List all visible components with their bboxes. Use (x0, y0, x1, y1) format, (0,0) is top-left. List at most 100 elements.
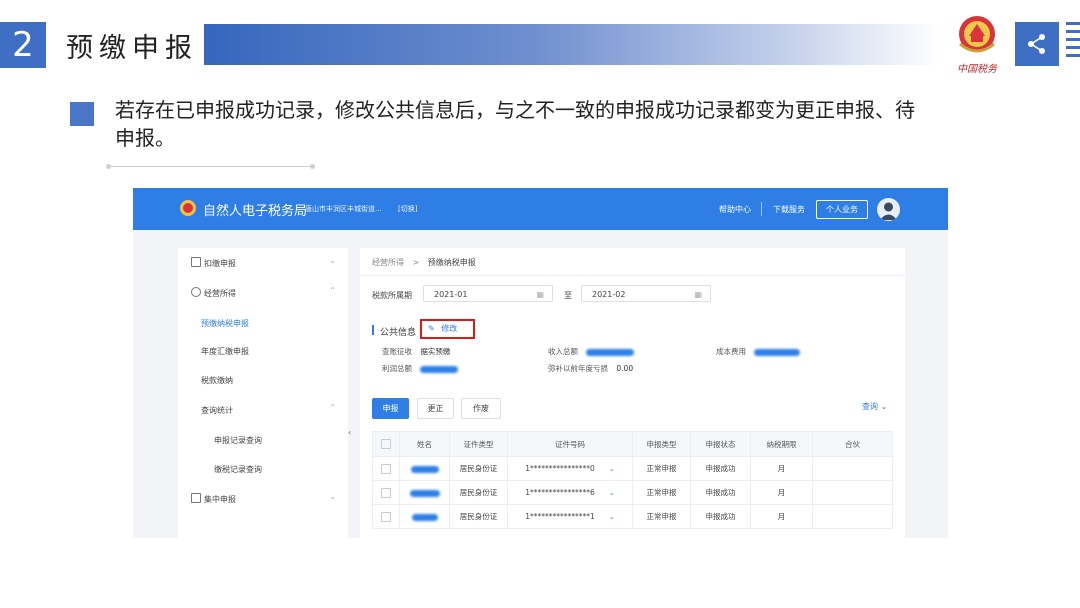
select-all-checkbox[interactable] (381, 439, 391, 449)
status-cell: 申报成功 (690, 504, 751, 529)
sidebar-item[interactable]: 集中申报 ⌄ (178, 489, 348, 509)
query-label: 查询 (862, 402, 878, 411)
partner-cell (812, 456, 893, 481)
table-row[interactable]: 居民身份证 1****************6 ⌄ 正常申报 申报成功月 (372, 480, 893, 505)
main-panel: 经营所得 > 预缴纳税申报 税款所属期 2021-01 ▦ 至 2021-02 … (360, 248, 905, 538)
switch-link[interactable]: [切换] (398, 204, 417, 214)
sidebar-item-label: 集中申报 (204, 495, 236, 504)
id-type-cell: 居民身份证 (449, 504, 508, 529)
app-window: 自然人电子税务局 唐山市丰润区丰城街道... [切换] 帮助中心 下载服务 个人… (133, 188, 948, 538)
calendar-icon: ▦ (536, 290, 544, 299)
partner-cell (812, 504, 893, 529)
declare-type-cell: 正常申报 (632, 456, 691, 481)
blurred-name (411, 513, 438, 521)
sidebar-item[interactable]: 税款缴纳 (178, 370, 348, 390)
select-all-cell[interactable] (372, 431, 400, 457)
name-cell (399, 456, 450, 481)
breadcrumb-parent[interactable]: 经营所得 (372, 258, 404, 267)
id-number-cell: 1****************6 ⌄ (507, 480, 633, 505)
prior-loss: 弥补以前年度亏损 0.00 (548, 363, 633, 374)
declaration-table: 姓名 证件类型 证件号码 申报类型 申报状态 纳税期限 合伙 居民身份证 1*********… (372, 431, 893, 529)
sidebar-item-label: 缴税记录查询 (214, 465, 262, 474)
blurred-name (409, 489, 440, 497)
column-header: 合伙 (812, 431, 893, 457)
chevron-down-icon[interactable]: ⌄ (609, 513, 615, 521)
column-header: 纳税期限 (750, 431, 813, 457)
period-cell: 月 (750, 480, 813, 505)
declare-button[interactable]: 申报 (372, 398, 409, 419)
chevron-down-icon[interactable]: ⌄ (609, 465, 615, 473)
prior-loss-value: 0.00 (616, 364, 634, 373)
public-info-title: 公共信息 (380, 328, 417, 338)
row-select-cell[interactable] (372, 480, 400, 505)
decorative-divider (106, 164, 315, 169)
row-checkbox[interactable] (381, 463, 391, 474)
slide-number: 2 (0, 22, 46, 68)
correct-button[interactable]: 更正 (417, 398, 454, 419)
row-checkbox[interactable] (381, 487, 391, 498)
table-row[interactable]: 居民身份证 1****************0 ⌄ 正常申报 申报成功月 (372, 456, 893, 481)
sidebar-item-label: 年度汇缴申报 (201, 347, 249, 356)
sidebar-item-label: 经营所得 (204, 289, 236, 298)
download-service-link[interactable]: 下载服务 (773, 204, 805, 215)
section-marker (372, 325, 374, 335)
income-label: 收入总额 (548, 347, 578, 356)
id-number-cell: 1****************1 ⌄ (507, 504, 633, 529)
blurred-value (586, 348, 635, 356)
profit-label: 利润总额 (382, 364, 412, 373)
edit-public-info-button[interactable]: ✎ 修改 (420, 319, 475, 339)
sidebar-item[interactable]: 缴税记录查询 (178, 459, 348, 479)
avatar[interactable] (877, 198, 900, 221)
period-to-input[interactable]: 2021-02 ▦ (581, 285, 711, 302)
chevron-up-icon: ⌃ (329, 403, 336, 412)
blurred-value (420, 365, 459, 373)
table-row[interactable]: 居民身份证 1****************1 ⌄ 正常申报 申报成功月 (372, 504, 893, 529)
period-to-label: 至 (564, 291, 572, 300)
id-number: 1****************1 (525, 512, 595, 521)
chevron-down-icon: ⌄ (329, 256, 336, 265)
chevron-down-icon[interactable]: ⌄ (609, 489, 615, 497)
cost-total: 成本费用 (716, 346, 801, 357)
partner-cell (812, 480, 893, 505)
sidebar-item[interactable]: 预缴纳税申报 (178, 313, 348, 333)
emblem-caption: 中国税务 (957, 64, 997, 75)
coin-icon (191, 287, 201, 297)
period-from-input[interactable]: 2021-01 ▦ (423, 285, 553, 302)
sidebar-item[interactable]: 查询统计 ⌃ (178, 400, 348, 420)
period-cell: 月 (750, 456, 813, 481)
collect-method: 查账征收 据实预缴 (382, 346, 450, 357)
sidebar-item-label: 申报记录查询 (214, 436, 262, 445)
row-select-cell[interactable] (372, 504, 400, 529)
share-button[interactable] (1015, 22, 1059, 66)
row-select-cell[interactable] (372, 456, 400, 481)
declare-type-cell: 正常申报 (632, 480, 691, 505)
column-header: 申报状态 (690, 431, 751, 457)
status-cell: 申报成功 (690, 456, 751, 481)
period-from-value: 2021-01 (434, 290, 468, 299)
menu-icon[interactable] (1066, 22, 1080, 66)
personal-business-button[interactable]: 个人业务 (816, 200, 868, 219)
row-checkbox[interactable] (381, 511, 391, 522)
sidebar: 扣缴申报 ⌄ 经营所得 ⌃ 预缴纳税申报 年度汇缴申报 税款缴纳 查询统计 ⌃ 申报记录查询 缴税记… (178, 248, 348, 538)
sidebar-item-label: 查询统计 (201, 406, 233, 415)
title-gradient-bar (204, 24, 940, 65)
void-button[interactable]: 作废 (461, 398, 501, 419)
tax-logo-icon (180, 200, 196, 216)
sidebar-item[interactable]: 年度汇缴申报 (178, 341, 348, 361)
query-toggle[interactable]: 查询 ⌄ (862, 401, 887, 412)
slide-title: 预缴申报 (66, 33, 198, 64)
sidebar-item[interactable]: 经营所得 ⌃ (178, 283, 348, 303)
tax-period-label: 税款所属期 (372, 291, 412, 300)
user-icon (880, 202, 897, 220)
id-number: 1****************0 (525, 464, 595, 473)
table-header-row: 姓名 证件类型 证件号码 申报类型 申报状态 纳税期限 合伙 (372, 431, 893, 457)
folder-icon (191, 493, 201, 503)
edit-icon: ✎ (428, 324, 435, 333)
name-cell (399, 504, 450, 529)
collect-method-value: 据实预缴 (420, 347, 451, 356)
sidebar-collapse-handle[interactable]: ‹ (348, 428, 352, 437)
column-header: 证件类型 (449, 431, 508, 457)
sidebar-item[interactable]: 扣缴申报 ⌄ (178, 253, 348, 273)
sidebar-item[interactable]: 申报记录查询 (178, 430, 348, 450)
help-center-link[interactable]: 帮助中心 (719, 204, 751, 215)
